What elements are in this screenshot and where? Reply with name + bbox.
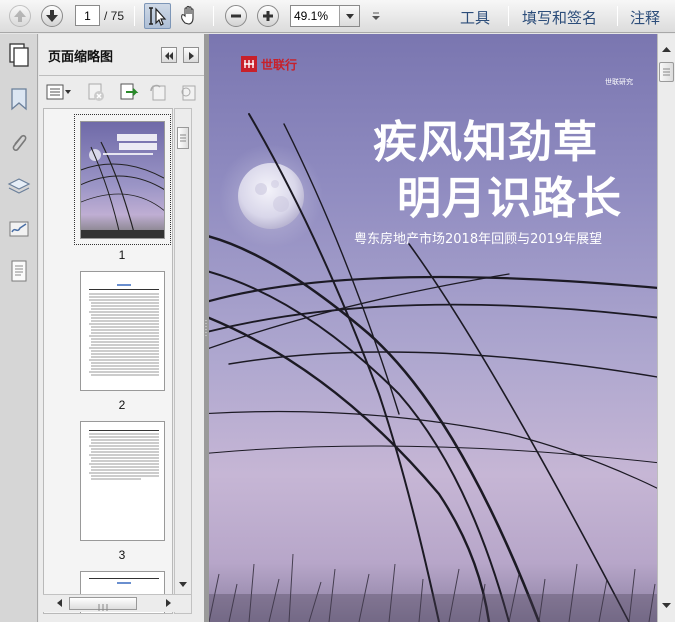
- thumbnail-label: 1: [118, 248, 126, 262]
- scroll-right-arrow-icon[interactable]: [163, 598, 173, 608]
- rotate-page-icon[interactable]: [147, 82, 169, 102]
- document-scroll-thumb[interactable]: [659, 62, 674, 82]
- document-vertical-scrollbar[interactable]: [657, 34, 675, 622]
- previous-page-button[interactable]: [9, 5, 31, 27]
- next-page-button[interactable]: [41, 5, 63, 27]
- thumbnail-panel-header: 页面缩略图: [39, 34, 204, 76]
- thumbnail-cover-graphic: [81, 134, 164, 238]
- thumbnail-toolbar: [39, 77, 204, 107]
- hand-icon: [181, 5, 194, 25]
- minus-icon: [231, 14, 241, 18]
- research-label: 世联研究: [605, 78, 633, 86]
- toolbar-divider: [508, 6, 509, 26]
- page-number-input[interactable]: [75, 5, 100, 26]
- scroll-down-arrow-icon[interactable]: [661, 600, 672, 611]
- zoom-in-button[interactable]: [257, 5, 279, 27]
- pdf-page-cover: 世联行 世联研究 疾风知劲草 明月识路长 粤东房地产市场2018年回顾与2019…: [209, 34, 657, 622]
- plus-icon: [263, 11, 273, 21]
- grip-icon: [180, 134, 186, 142]
- panel-title: 页面缩略图: [48, 50, 114, 65]
- zoom-select[interactable]: [290, 5, 360, 27]
- thumbnail-list-graphic: [89, 430, 159, 480]
- thumbnail-vertical-scrollbar[interactable]: [174, 108, 192, 614]
- scroll-down-arrow-icon[interactable]: [178, 579, 188, 589]
- toolbar-divider: [617, 6, 618, 26]
- double-chevron-left-icon: [165, 52, 173, 60]
- zoom-dropdown-button[interactable]: [339, 6, 359, 26]
- toolbar-divider: [134, 6, 135, 26]
- cover-title-line-2: 明月识路长: [397, 173, 622, 224]
- logo-icon: [244, 60, 254, 68]
- navigation-rail: [0, 34, 38, 622]
- toolbar-divider: [213, 6, 214, 26]
- scroll-up-arrow-icon[interactable]: [661, 44, 672, 55]
- tools-link[interactable]: 工具: [460, 7, 490, 28]
- page-total-label: / 75: [104, 9, 125, 23]
- thumbnail-label: 3: [118, 548, 126, 562]
- options-menu-icon[interactable]: [45, 82, 73, 102]
- grip-icon: [663, 68, 670, 76]
- thumbnail-hscroll-thumb[interactable]: [69, 597, 137, 611]
- pdf-reader-window: / 75 工具 填写和签名: [0, 0, 675, 622]
- expand-panel-button[interactable]: [183, 47, 199, 63]
- delete-page-icon[interactable]: [85, 82, 107, 102]
- signature-icon[interactable]: [6, 216, 32, 242]
- print-page-icon[interactable]: [177, 82, 199, 102]
- attachment-paperclip-icon[interactable]: [6, 130, 32, 156]
- cover-subtitle: 粤东房地产市场2018年回顾与2019年展望: [354, 232, 603, 247]
- fill-sign-link[interactable]: 填写和签名: [522, 7, 597, 28]
- document-viewport[interactable]: 世联行 世联研究 疾风知劲草 明月识路长 粤东房地产市场2018年回顾与2019…: [209, 34, 657, 622]
- collapse-panel-button[interactable]: [161, 47, 177, 63]
- grip-icon: [98, 604, 108, 611]
- zoom-out-button[interactable]: [225, 5, 247, 27]
- brand-name: 世联行: [261, 58, 298, 72]
- text-select-cursor-icon: [149, 7, 167, 26]
- thumbnail-page-1[interactable]: [80, 121, 165, 239]
- thumbnail-toc-graphic: [89, 284, 159, 376]
- thumbnail-page-2[interactable]: [80, 271, 165, 391]
- bookmark-icon[interactable]: [6, 86, 32, 112]
- chevron-right-icon: [189, 52, 194, 60]
- brand-logo-mark: [241, 56, 257, 72]
- thumbnail-scroll-thumb[interactable]: [177, 127, 189, 149]
- thumbnail-panel: 页面缩略图 1 2 3: [39, 34, 204, 622]
- toolbar: / 75 工具 填写和签名: [0, 0, 675, 33]
- select-tool-button[interactable]: [144, 3, 171, 29]
- thumbnail-page-3[interactable]: [80, 421, 165, 541]
- comment-link[interactable]: 注释: [630, 7, 660, 28]
- thumbnail-label: 2: [118, 398, 126, 412]
- cover-title-line-1: 疾风知劲草: [373, 117, 598, 168]
- more-tools-dropdown-icon[interactable]: [370, 10, 382, 22]
- chevron-down-icon: [346, 14, 354, 19]
- zoom-input[interactable]: [294, 9, 336, 23]
- thumbnail-horizontal-scrollbar[interactable]: [43, 594, 191, 612]
- layers-icon[interactable]: [6, 174, 32, 200]
- scroll-left-arrow-icon[interactable]: [55, 598, 65, 608]
- extract-page-icon[interactable]: [117, 82, 139, 102]
- page-thumbnails-icon[interactable]: [8, 42, 30, 68]
- thumbnail-list[interactable]: 1 2 3: [43, 108, 173, 614]
- arrow-up-icon: [14, 10, 26, 22]
- page-content-icon[interactable]: [6, 258, 32, 284]
- hand-tool-button[interactable]: [176, 3, 203, 29]
- arrow-down-icon: [46, 10, 58, 22]
